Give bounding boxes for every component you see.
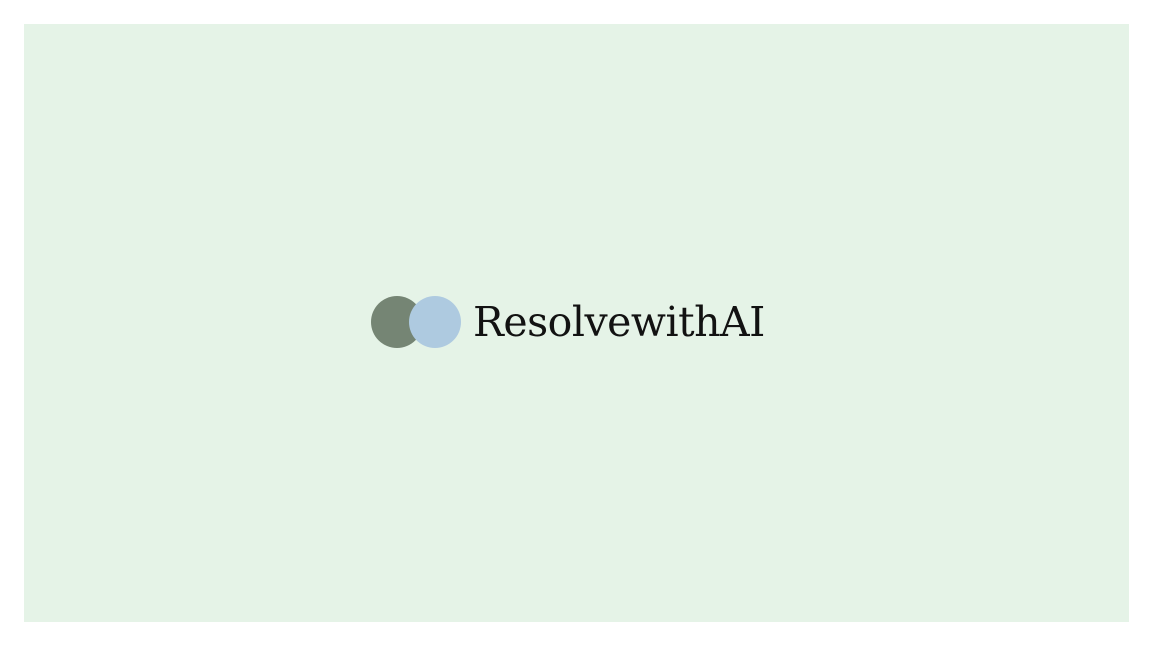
brand-wordmark: ResolvewithAI	[473, 298, 765, 346]
logo-circle-blue	[409, 296, 461, 348]
logo-mark	[371, 294, 463, 350]
brand-logo: ResolvewithAI	[371, 294, 765, 350]
splash-canvas: ResolvewithAI	[24, 24, 1129, 622]
